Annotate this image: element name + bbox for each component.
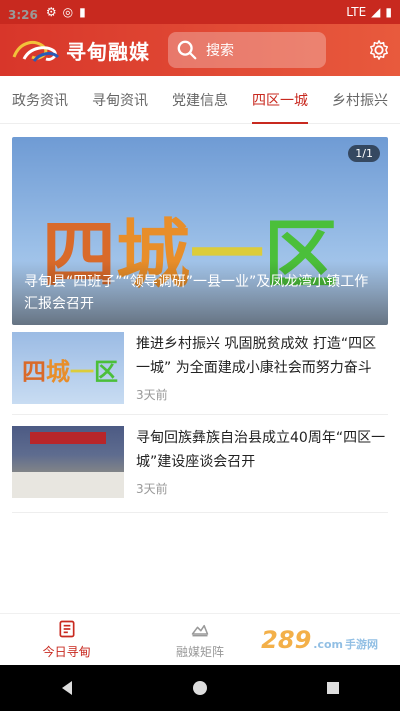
matrix-icon	[191, 624, 209, 637]
android-nav-bar	[0, 665, 400, 711]
list-item[interactable]: 寻甸回族彝族自治县成立40周年“四区一城”建设座谈会召开 3天前	[12, 426, 388, 498]
search-icon	[177, 40, 197, 60]
search-placeholder: 搜索	[206, 43, 234, 59]
meeting-table	[12, 472, 124, 498]
hero-page-badge: 1/1	[348, 145, 380, 162]
app-header: 寻甸融媒 搜索	[0, 24, 400, 76]
nav-label: 今日寻甸	[42, 645, 91, 659]
article-thumbnail	[12, 426, 124, 498]
meeting-banner	[30, 432, 106, 444]
recents-icon[interactable]	[324, 679, 342, 697]
site-watermark: 289 .com 手游网	[261, 626, 378, 654]
nav-media-matrix[interactable]: 融媒矩阵	[133, 614, 266, 665]
signal-icon: ◢	[371, 5, 381, 19]
divider	[12, 512, 388, 513]
tab-xundian[interactable]: 寻甸资讯	[92, 76, 148, 124]
article-title: 推进乡村振兴 巩固脱贫成效 打造“四区一城” 为全面建成小康社会而努力奋斗	[136, 336, 377, 376]
list-item[interactable]: 四城一区 推进乡村振兴 巩固脱贫成效 打造“四区一城” 为全面建成小康社会而努力…	[12, 332, 388, 404]
nav-today-xundian[interactable]: 今日寻甸	[0, 614, 133, 665]
network-label: LTE	[346, 5, 367, 19]
article-time: 3天前	[136, 388, 168, 402]
battery-icon: ▮	[385, 5, 392, 19]
app-logo: 寻甸融媒	[10, 35, 150, 65]
thumbnail-text: 四城一区	[22, 358, 118, 386]
settings-status-icon: ⚙	[45, 5, 57, 19]
category-tabs: 政务资讯 寻甸资讯 党建信息 四区一城 乡村振兴	[0, 76, 400, 124]
status-time: 3:26	[8, 8, 38, 22]
status-right: LTE ◢ ▮	[346, 5, 392, 19]
home-icon[interactable]	[191, 679, 209, 697]
tab-xiangcun[interactable]: 乡村振兴	[332, 76, 388, 124]
tab-zhengwu[interactable]: 政务资讯	[12, 76, 68, 124]
article-thumbnail: 四城一区	[12, 332, 124, 404]
news-icon	[59, 620, 75, 638]
settings-gear-icon[interactable]	[368, 39, 390, 61]
search-input[interactable]: 搜索	[168, 32, 326, 68]
article-title: 寻甸回族彝族自治县成立40周年“四区一城”建设座谈会召开	[136, 430, 386, 470]
logo-swirl-icon	[12, 40, 60, 62]
sync-status-icon: ◎	[62, 5, 74, 19]
hero-banner[interactable]: 四城一区 1/1 寻甸县“四班子”“领导调研”一县一业”及凤龙湾小镇工作汇报会召…	[12, 137, 388, 325]
nav-label: 融媒矩阵	[175, 645, 224, 659]
divider	[12, 414, 388, 415]
status-bar: 3:26 ⚙ ◎ ▮ LTE ◢ ▮	[0, 0, 400, 24]
tab-dangjian[interactable]: 党建信息	[172, 76, 228, 124]
article-time: 3天前	[136, 482, 168, 496]
tab-siqu-yicheng[interactable]: 四区一城	[252, 76, 308, 124]
app-name: 寻甸融媒	[66, 39, 150, 64]
sd-card-icon: ▮	[79, 5, 86, 19]
hero-title: 寻甸县“四班子”“领导调研”一县一业”及凤龙湾小镇工作汇报会召开	[24, 274, 369, 312]
back-icon[interactable]	[58, 679, 76, 697]
